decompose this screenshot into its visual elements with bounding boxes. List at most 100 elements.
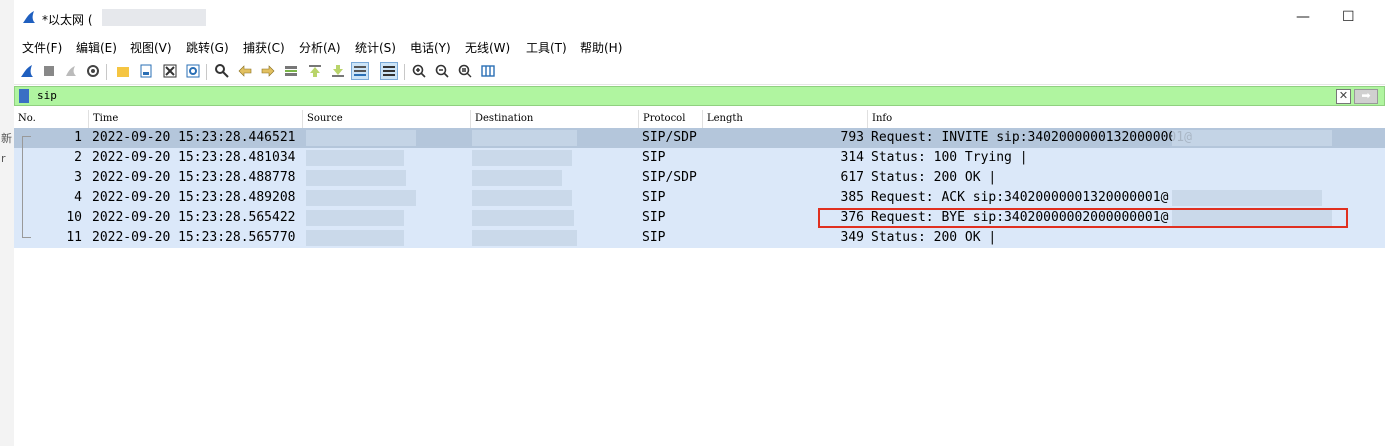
packet-protocol: SIP	[642, 150, 666, 165]
back-arrow-icon[interactable]	[236, 62, 254, 80]
wireshark-window: *以太网 ( — ☐ 文件(F) 编辑(E) 视图(V) 跳转(G) 捕获(C)…	[14, 0, 1385, 446]
column-header-destination[interactable]: Destination	[470, 110, 638, 128]
apply-filter-button[interactable]: ➡	[1354, 89, 1378, 104]
packet-time: 2022-09-20 15:23:28.565770	[92, 230, 296, 245]
first-packet-icon[interactable]	[306, 62, 324, 80]
packet-length: 617	[840, 170, 864, 185]
redacted-source	[306, 230, 404, 246]
options-gear-icon[interactable]	[84, 62, 102, 80]
packet-row[interactable]: 4 2022-09-20 15:23:28.489208 SIP 385 Req…	[14, 188, 1385, 208]
packet-time: 2022-09-20 15:23:28.488778	[92, 170, 296, 185]
find-icon[interactable]	[213, 62, 231, 80]
redacted-source	[306, 190, 416, 206]
save-file-icon[interactable]	[137, 62, 155, 80]
packet-length: 385	[840, 190, 864, 205]
packet-number: 11	[66, 230, 82, 245]
column-header-length[interactable]: Length	[702, 110, 867, 128]
reload-icon[interactable]	[184, 62, 202, 80]
redacted-source	[306, 150, 404, 166]
shark-fin-icon[interactable]	[18, 62, 36, 80]
redacted-info-host	[1172, 130, 1332, 146]
toolbar-separator	[106, 64, 107, 80]
packet-number: 1	[74, 130, 82, 145]
main-toolbar	[14, 60, 1385, 85]
packet-protocol: SIP/SDP	[642, 170, 697, 185]
packet-info: Request: ACK sip:34020000001320000001@	[871, 190, 1169, 205]
packet-time: 2022-09-20 15:23:28.489208	[92, 190, 296, 205]
bracket-top	[23, 136, 31, 137]
column-header-info[interactable]: Info	[867, 110, 1385, 128]
conversation-bracket	[22, 136, 33, 238]
resize-columns-icon[interactable]	[479, 62, 497, 80]
menu-bar: 文件(F) 编辑(E) 视图(V) 跳转(G) 捕获(C) 分析(A) 统计(S…	[14, 36, 1385, 58]
packet-number: 10	[66, 210, 82, 225]
bracket-bottom	[23, 237, 31, 238]
packet-info: Status: 200 OK |	[871, 230, 997, 245]
packet-list: 1 2022-09-20 15:23:28.446521 SIP/SDP 793…	[14, 128, 1385, 248]
packet-row[interactable]: 3 2022-09-20 15:23:28.488778 SIP/SDP 617…	[14, 168, 1385, 188]
minimize-button[interactable]: —	[1296, 9, 1310, 25]
packet-number: 4	[74, 190, 82, 205]
forward-arrow-icon[interactable]	[259, 62, 277, 80]
redacted-destination	[472, 150, 572, 166]
display-filter-input[interactable]: sip	[37, 89, 57, 102]
packet-number: 3	[74, 170, 82, 185]
column-header-no[interactable]: No.	[14, 110, 88, 128]
redacted-interface-name	[102, 9, 206, 26]
menu-wireless[interactable]: 无线(W)	[465, 39, 510, 56]
column-header-time[interactable]: Time	[88, 110, 302, 128]
menu-tools[interactable]: 工具(T)	[526, 39, 567, 56]
restart-icon[interactable]	[62, 62, 80, 80]
zoom-in-icon[interactable]	[410, 62, 428, 80]
menu-telephony[interactable]: 电话(Y)	[410, 39, 451, 56]
packet-length: 314	[840, 150, 864, 165]
packet-row[interactable]: 1 2022-09-20 15:23:28.446521 SIP/SDP 793…	[14, 128, 1385, 148]
redacted-source	[306, 170, 406, 186]
menu-analyze[interactable]: 分析(A)	[299, 39, 341, 56]
redacted-destination	[472, 230, 577, 246]
menu-capture[interactable]: 捕获(C)	[243, 39, 285, 56]
column-header-source[interactable]: Source	[302, 110, 470, 128]
colorize-icon[interactable]	[380, 62, 398, 80]
red-highlight-box	[818, 208, 1348, 228]
zoom-normal-icon[interactable]	[456, 62, 474, 80]
packet-protocol: SIP	[642, 230, 666, 245]
last-packet-icon[interactable]	[329, 62, 347, 80]
redacted-destination	[472, 130, 577, 146]
redacted-info-host	[1172, 190, 1322, 206]
redacted-destination	[472, 210, 574, 226]
toolbar-separator	[206, 64, 207, 80]
menu-statistics[interactable]: 统计(S)	[355, 39, 396, 56]
bookmark-icon[interactable]	[19, 89, 29, 103]
left-window-strip: 新 r	[0, 0, 15, 446]
redacted-destination	[472, 190, 572, 206]
autoscroll-icon[interactable]	[351, 62, 369, 80]
packet-protocol: SIP	[642, 210, 666, 225]
clear-filter-button[interactable]: ✕	[1336, 89, 1351, 104]
open-folder-icon[interactable]	[114, 62, 132, 80]
packet-list-header: No. Time Source Destination Protocol Len…	[14, 110, 1385, 129]
column-header-protocol[interactable]: Protocol	[638, 110, 702, 128]
menu-help[interactable]: 帮助(H)	[580, 39, 622, 56]
window-title: *以太网 (	[42, 13, 93, 27]
stop-icon[interactable]	[40, 62, 58, 80]
packet-row[interactable]: 11 2022-09-20 15:23:28.565770 SIP 349 St…	[14, 228, 1385, 248]
display-filter-bar: sip ✕ ➡	[14, 86, 1385, 106]
close-file-icon[interactable]	[161, 62, 179, 80]
maximize-button[interactable]: ☐	[1342, 9, 1355, 25]
zoom-out-icon[interactable]	[433, 62, 451, 80]
menu-go[interactable]: 跳转(G)	[186, 39, 229, 56]
menu-file[interactable]: 文件(F)	[22, 39, 62, 56]
menu-view[interactable]: 视图(V)	[130, 39, 172, 56]
packet-row[interactable]: 2 2022-09-20 15:23:28.481034 SIP 314 Sta…	[14, 148, 1385, 168]
shark-fin-icon	[22, 10, 36, 27]
redacted-destination	[472, 170, 562, 186]
packet-info: Status: 200 OK |	[871, 170, 997, 185]
packet-time: 2022-09-20 15:23:28.565422	[92, 210, 296, 225]
redacted-source	[306, 210, 404, 226]
go-to-packet-icon[interactable]	[282, 62, 300, 80]
packet-time: 2022-09-20 15:23:28.481034	[92, 150, 296, 165]
side-fragment: r	[1, 152, 6, 165]
redacted-source	[306, 130, 416, 146]
menu-edit[interactable]: 编辑(E)	[76, 39, 117, 56]
